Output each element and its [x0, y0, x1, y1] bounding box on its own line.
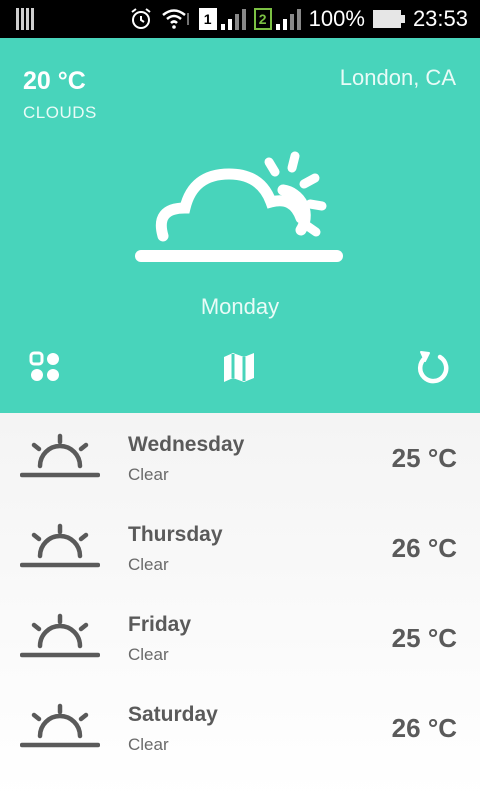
forecast-list[interactable]: Wednesday Clear 25 °C Thursday Clear 26 …	[0, 413, 480, 800]
sunrise-icon	[19, 703, 101, 753]
apps-grid-icon	[29, 351, 59, 381]
forecast-temperature: 26 °C	[391, 533, 457, 563]
forecast-temperature: 25 °C	[391, 443, 457, 473]
battery-percent: 100%	[308, 6, 365, 31]
refresh-icon	[417, 351, 449, 384]
sim1-signal-icon: 1	[198, 8, 246, 30]
forecast-condition: Clear	[128, 645, 169, 664]
forecast-row[interactable]: Wednesday Clear 25 °C	[0, 413, 480, 503]
forecast-condition: Clear	[128, 555, 169, 574]
alarm-icon	[129, 7, 153, 31]
forecast-temperature: 25 °C	[391, 623, 457, 653]
sim2-badge: 2	[253, 8, 272, 30]
forecast-row[interactable]: Thursday Clear 26 °C	[0, 503, 480, 593]
sunrise-icon	[19, 433, 101, 483]
refresh-button[interactable]	[415, 349, 451, 385]
forecast-day: Friday	[128, 613, 192, 636]
current-day: Monday	[200, 294, 280, 319]
forecast-day: Thursday	[128, 523, 223, 546]
map-icon	[224, 353, 254, 382]
sim1-badge: 1	[198, 8, 217, 30]
forecast-day: Saturday	[128, 703, 218, 726]
forecast-row[interactable]: Saturday Clear 26 °C	[0, 683, 480, 773]
forecast-condition: Clear	[128, 735, 169, 754]
cloud-sun-icon	[133, 150, 345, 274]
location-label[interactable]: London, CA	[340, 65, 456, 91]
forecast-row[interactable]: Friday Clear 25 °C	[0, 593, 480, 683]
clock: 23:53	[412, 6, 468, 31]
sunrise-icon	[19, 523, 101, 573]
sunrise-icon	[19, 613, 101, 663]
status-bar: 1 2 100% 23:53	[0, 0, 480, 38]
forecast-day: Wednesday	[128, 433, 245, 456]
forecast-temperature: 26 °C	[391, 713, 457, 743]
sim2-signal-icon: 2	[253, 8, 301, 30]
forecast-condition: Clear	[128, 465, 169, 484]
apps-grid-button[interactable]	[27, 349, 63, 385]
wifi-icon	[161, 7, 191, 31]
current-weather-panel: 20 °C CLOUDS London, CA Monday	[0, 38, 480, 413]
battery-icon	[372, 10, 405, 28]
current-temperature: 20 °C	[23, 67, 86, 95]
current-condition: CLOUDS	[23, 103, 97, 122]
notification-icon	[16, 8, 34, 34]
map-button[interactable]	[221, 349, 257, 385]
